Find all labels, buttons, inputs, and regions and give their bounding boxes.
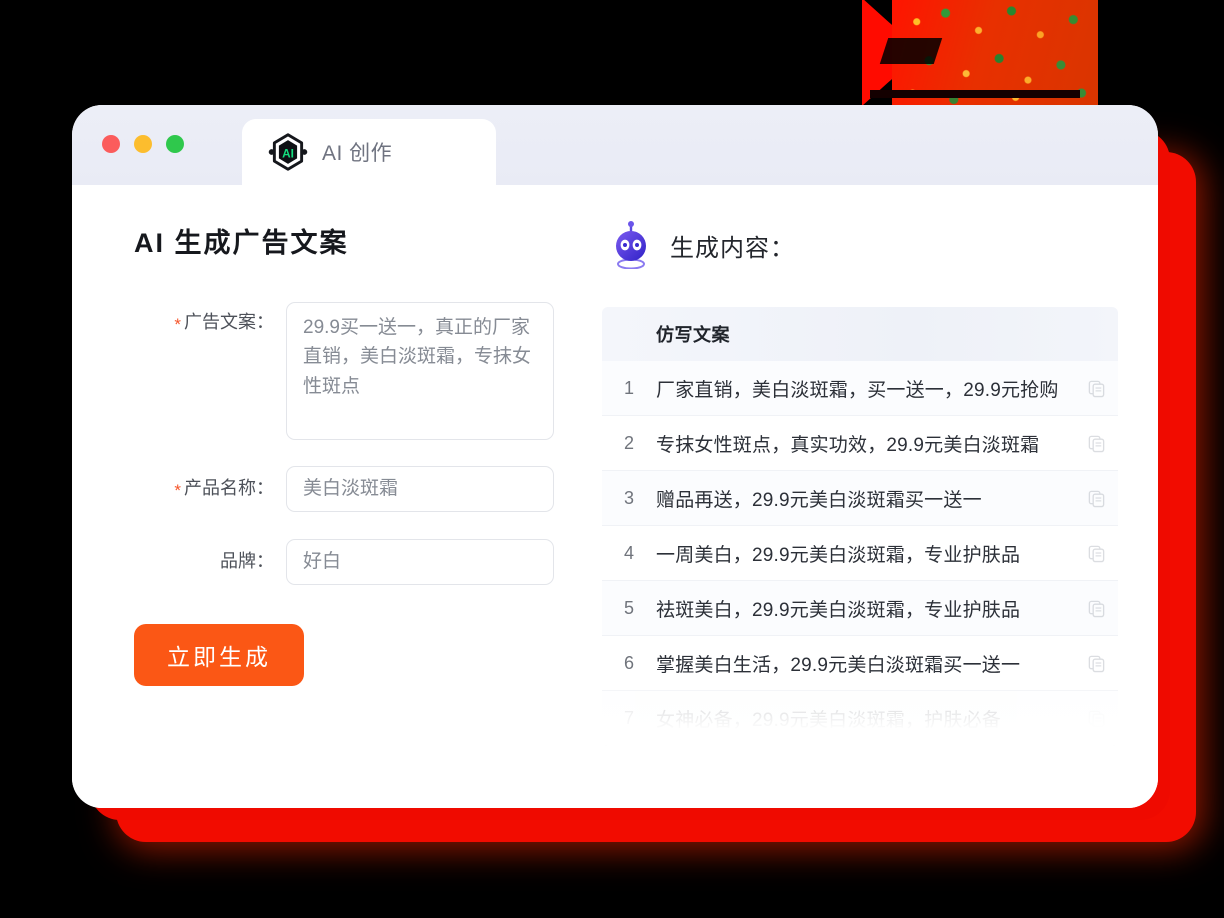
ad-copy-textarea[interactable]: 29.9买一送一，真正的厂家直销，美白淡斑霜，专抹女性斑点: [286, 302, 554, 440]
results-table: 仿写文案 1 厂家直销，美白淡斑霜，买一送一，29.9元抢购 2 专抹女性斑点，真实功…: [602, 307, 1118, 746]
row-index: 7: [623, 707, 634, 728]
row-index: 6: [623, 652, 634, 673]
app-window: AI AI 创作 AI 生成广告文案 * 广告文案： 29.9买一送一，真正的厂家…: [72, 105, 1158, 808]
close-icon[interactable]: [102, 135, 120, 153]
label-product-name: * 产品名称：: [134, 466, 286, 513]
row-index: 4: [623, 542, 634, 563]
decorative-arrow-graphic: [862, 0, 1098, 106]
right-panel: 生成内容： 仿写文案 1 厂家直销，美白淡斑霜，买一送一，29.9元抢购 2 专抹女性…: [582, 185, 1158, 808]
table-row[interactable]: 1 厂家直销，美白淡斑霜，买一送一，29.9元抢购: [602, 361, 1118, 416]
table-row[interactable]: 4 一周美白，29.9元美白淡斑霜，专业护肤品: [602, 526, 1118, 581]
row-index: 2: [623, 432, 634, 453]
table-row[interactable]: 5 祛斑美白，29.9元美白淡斑霜，专业护肤品: [602, 581, 1118, 636]
row-copy-text: 女神必备，29.9元美白淡斑霜，护肤必备: [656, 709, 1001, 731]
label-brand-text: 品牌：: [220, 551, 274, 571]
required-asterisk: *: [174, 315, 181, 334]
robot-icon: [610, 221, 652, 270]
label-brand: 品牌：: [134, 539, 286, 583]
screenshot-stage: AI AI 创作 AI 生成广告文案 * 广告文案： 29.9买一送一，真正的厂家…: [0, 0, 1224, 918]
minimize-icon[interactable]: [134, 135, 152, 153]
generated-content-header: 生成内容：: [602, 221, 1118, 270]
results-table-header: 仿写文案: [602, 307, 1118, 361]
form-row-brand: 品牌： 好白: [134, 539, 582, 585]
left-panel: AI 生成广告文案 * 广告文案： 29.9买一送一，真正的厂家直销，美白淡斑霜，…: [72, 185, 582, 808]
row-index: 3: [623, 487, 634, 508]
results-rows: 1 厂家直销，美白淡斑霜，买一送一，29.9元抢购 2 专抹女性斑点，真实功效，29.…: [602, 361, 1118, 746]
decorative-notch: [879, 38, 943, 64]
copy-icon[interactable]: [1074, 489, 1118, 508]
row-copy-text: 掌握美白生活，29.9元美白淡斑霜买一送一: [656, 654, 1021, 676]
row-copy-text: 专抹女性斑点，真实功效，29.9元美白淡斑霜: [656, 434, 1040, 456]
copy-icon[interactable]: [1074, 379, 1118, 398]
maximize-icon[interactable]: [166, 135, 184, 153]
copy-icon[interactable]: [1074, 434, 1118, 453]
copy-icon[interactable]: [1074, 599, 1118, 618]
svg-text:AI: AI: [282, 146, 294, 160]
row-copy-text: 厂家直销，美白淡斑霜，买一送一，29.9元抢购: [656, 379, 1059, 401]
label-product-name-text: 产品名称：: [184, 478, 274, 498]
header-copy-col: 仿写文案: [656, 325, 730, 345]
window-titlebar: AI AI 创作: [72, 105, 1158, 185]
copy-icon[interactable]: [1074, 654, 1118, 673]
required-asterisk: *: [174, 481, 181, 500]
brand-input[interactable]: 好白: [286, 539, 554, 585]
table-row[interactable]: 2 专抹女性斑点，真实功效，29.9元美白淡斑霜: [602, 416, 1118, 471]
copy-icon[interactable]: [1074, 709, 1118, 728]
row-copy-text: 赠品再送，29.9元美白淡斑霜买一送一: [656, 489, 982, 511]
table-row[interactable]: 7 女神必备，29.9元美白淡斑霜，护肤必备: [602, 691, 1118, 746]
product-name-input[interactable]: 美白淡斑霜: [286, 466, 554, 512]
results-table-scroll[interactable]: 1 厂家直销，美白淡斑霜，买一送一，29.9元抢购 2 专抹女性斑点，真实功效，29.…: [602, 361, 1118, 746]
tab-ai-creation[interactable]: AI AI 创作: [242, 119, 496, 185]
copy-icon[interactable]: [1074, 544, 1118, 563]
table-row[interactable]: 3 赠品再送，29.9元美白淡斑霜买一送一: [602, 471, 1118, 526]
label-ad-copy: * 广告文案：: [134, 302, 286, 345]
row-copy-text: 祛斑美白，29.9元美白淡斑霜，专业护肤品: [656, 599, 1021, 621]
form-row-ad-copy: * 广告文案： 29.9买一送一，真正的厂家直销，美白淡斑霜，专抹女性斑点: [134, 302, 582, 440]
page-title: AI 生成广告文案: [134, 228, 349, 258]
table-row[interactable]: 6 掌握美白生活，29.9元美白淡斑霜买一送一: [602, 636, 1118, 691]
row-index: 5: [623, 597, 634, 618]
tab-label: AI 创作: [322, 142, 393, 165]
generate-button[interactable]: 立即生成: [134, 624, 304, 686]
window-body: AI 生成广告文案 * 广告文案： 29.9买一送一，真正的厂家直销，美白淡斑霜，…: [72, 185, 1158, 808]
row-index: 1: [623, 377, 634, 398]
label-ad-copy-text: 广告文案：: [184, 312, 274, 332]
form-row-product-name: * 产品名称： 美白淡斑霜: [134, 466, 582, 513]
decorative-bar: [870, 90, 1080, 98]
traffic-light-controls: [102, 135, 184, 153]
row-copy-text: 一周美白，29.9元美白淡斑霜，专业护肤品: [656, 544, 1021, 566]
generated-content-title: 生成内容：: [670, 234, 795, 262]
ai-hexagon-icon: AI: [268, 132, 308, 172]
